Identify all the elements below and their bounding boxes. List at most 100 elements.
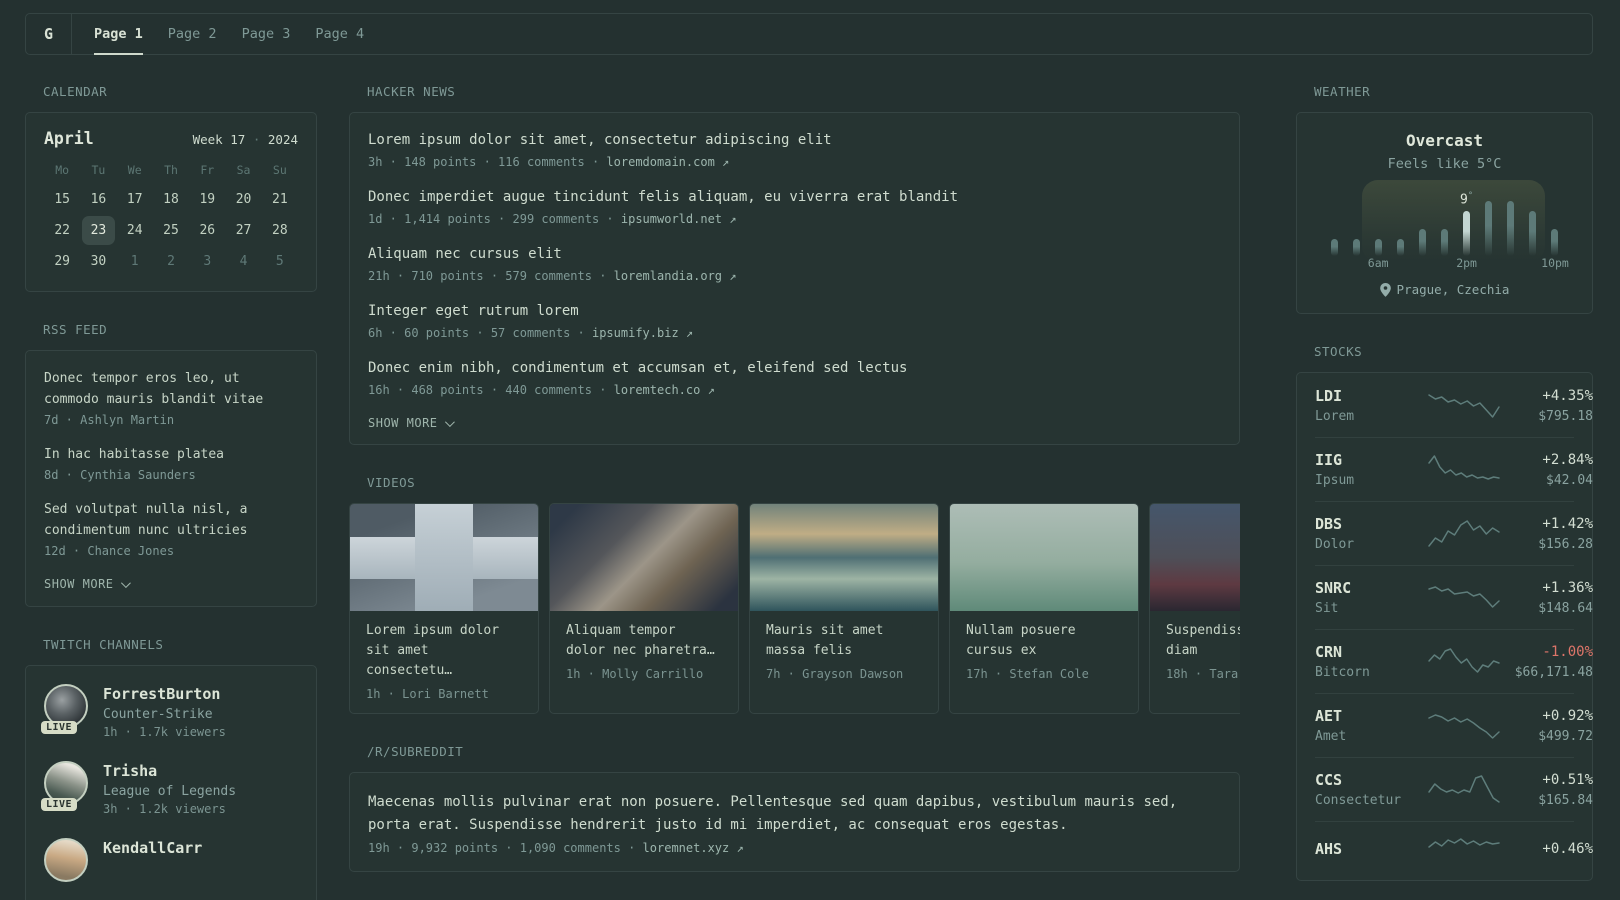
- app-logo[interactable]: G: [26, 14, 72, 54]
- subreddit-title: /R/SUBREDDIT: [367, 744, 464, 759]
- video-card[interactable]: Aliquam tempor dolor nec pharetra… 1h · …: [549, 503, 739, 714]
- rss-item-link[interactable]: In hac habitasse platea: [44, 444, 298, 465]
- weather-peak-temperature: 9°: [1459, 190, 1474, 207]
- rss-widget: RSS FEED Donec tempor eros leo, ut commo…: [25, 322, 317, 607]
- stock-change: +1.36%: [1542, 580, 1593, 596]
- subreddit-post-domain-link[interactable]: loremnet.xyz ↗: [643, 841, 744, 855]
- twitch-channel[interactable]: LIVE ForrestBurton Counter-Strike 1h · 1…: [41, 684, 298, 739]
- videos-row: Lorem ipsum dolor sit amet consectetu… 1…: [349, 503, 1240, 714]
- weather-card: Overcast Feels like 5°C 9° 6am 2pm 10pm Pr…: [1296, 112, 1593, 314]
- twitch-channel-info: ForrestBurton Counter-Strike 1h · 1.7k v…: [103, 684, 226, 739]
- stock-row[interactable]: SNRC Sit +1.36% $148.64: [1315, 565, 1593, 629]
- stock-row[interactable]: AET Amet +0.92% $499.72: [1315, 693, 1593, 757]
- video-thumbnail: [950, 504, 1138, 611]
- video-body: Suspendisse diam 18h · Tara: [1150, 611, 1240, 693]
- hackernews-item-domain-link[interactable]: loremdomain.com ↗: [606, 155, 729, 169]
- stock-change: +1.42%: [1542, 516, 1593, 532]
- twitch-channel-game: League of Legends: [103, 784, 237, 799]
- twitch-widget: TWITCH CHANNELS LIVE ForrestBurton Count…: [25, 637, 317, 900]
- video-thumbnail: [550, 504, 738, 611]
- stock-row[interactable]: DBS Dolor +1.42% $156.28: [1315, 501, 1593, 565]
- video-card[interactable]: Nullam posuere cursus ex 17h · Stefan Co…: [949, 503, 1139, 714]
- stock-row[interactable]: CRN Bitcorn -1.00% $66,171.48: [1315, 629, 1593, 693]
- stock-name: Bitcorn: [1315, 665, 1370, 680]
- hackernews-item-meta: 6h · 60 points · 57 comments · ipsumify.…: [368, 326, 694, 340]
- stock-row[interactable]: LDI Lorem +4.35% $795.18: [1315, 374, 1593, 437]
- left-column: CALENDAR April Week 17 · 2024 Mo Tu We T…: [25, 84, 317, 900]
- stock-id: CRN Bitcorn: [1315, 642, 1427, 680]
- hackernews-item-link[interactable]: Lorem ipsum dolor sit amet, consectetur …: [368, 129, 1221, 151]
- calendar-day: 25: [163, 223, 179, 238]
- video-card[interactable]: Mauris sit amet massa felis 7h · Grayson…: [749, 503, 939, 714]
- tab-page-2[interactable]: Page 2: [168, 14, 217, 54]
- stock-row[interactable]: AHS +0.46%: [1315, 821, 1593, 879]
- stock-name: Consectetur: [1315, 793, 1402, 808]
- weather-title: WEATHER: [1314, 84, 1371, 99]
- hackernews-item-link[interactable]: Integer eget rutrum lorem: [368, 300, 1221, 322]
- calendar-day: 18: [163, 192, 179, 207]
- hackernews-item-link[interactable]: Donec enim nibh, condimentum et accumsan…: [368, 357, 1221, 379]
- rss-show-more-button[interactable]: SHOW MORE: [44, 575, 131, 593]
- video-body: Aliquam tempor dolor nec pharetra… 1h · …: [550, 611, 738, 693]
- calendar-day-next-month: 5: [275, 254, 284, 269]
- stock-values: -1.00% $66,171.48: [1501, 642, 1593, 680]
- twitch-channel[interactable]: KendallCarr: [44, 838, 298, 882]
- avatar: [44, 838, 88, 882]
- hackernews-item-link[interactable]: Aliquam nec cursus elit: [368, 243, 1221, 265]
- stock-change: -1.00%: [1542, 644, 1593, 660]
- rss-item-link[interactable]: Sed volutpat nulla nisl, a condimentum n…: [44, 499, 298, 541]
- hackernews-item-domain-link[interactable]: loremtech.co ↗: [614, 383, 715, 397]
- stock-change: +2.84%: [1542, 452, 1593, 468]
- video-meta: 7h · Grayson Dawson: [766, 667, 904, 681]
- hackernews-item-domain-link[interactable]: ipsumworld.net ↗: [621, 212, 737, 226]
- stock-change: +4.35%: [1542, 388, 1593, 404]
- stock-ticker: LDI: [1315, 387, 1343, 405]
- stock-id: IIG Ipsum: [1315, 450, 1427, 488]
- stock-row[interactable]: CCS Consectetur +0.51% $165.84: [1315, 757, 1593, 821]
- stock-name: Amet: [1315, 729, 1347, 744]
- hackernews-title: HACKER NEWS: [367, 84, 456, 99]
- calendar-day: 27: [235, 223, 252, 238]
- stock-values: +0.51% $165.84: [1501, 770, 1593, 808]
- hackernews-show-more-button[interactable]: SHOW MORE: [368, 414, 455, 432]
- video-card[interactable]: Lorem ipsum dolor sit amet consectetu… 1…: [349, 503, 539, 714]
- stock-name: Dolor: [1315, 537, 1355, 552]
- tab-page-4[interactable]: Page 4: [315, 14, 364, 54]
- stock-sparkline: [1427, 834, 1501, 866]
- stock-change: +0.46%: [1542, 840, 1593, 857]
- hackernews-item-meta: 3h · 148 points · 116 comments · loremdo…: [368, 155, 730, 169]
- calendar-month: April: [44, 129, 94, 148]
- hackernews-item-link[interactable]: Donec imperdiet augue tincidunt felis al…: [368, 186, 1221, 208]
- stock-name: Lorem: [1315, 409, 1355, 424]
- subreddit-post-meta: 19h · 9,932 points · 1,090 comments · lo…: [368, 841, 744, 855]
- stock-name: Sit: [1315, 601, 1339, 616]
- video-title: Lorem ipsum dolor sit amet consectetu…: [366, 623, 500, 678]
- calendar-day: 24: [126, 223, 143, 238]
- tab-page-3[interactable]: Page 3: [242, 14, 291, 54]
- hackernews-item-domain-link[interactable]: loremlandia.org ↗: [614, 269, 737, 283]
- video-title: Nullam posuere cursus ex: [966, 623, 1076, 658]
- video-thumbnail: [1150, 504, 1240, 611]
- weekday-label: Sa: [236, 163, 251, 177]
- stock-name: Ipsum: [1315, 473, 1355, 488]
- calendar-card: April Week 17 · 2024 Mo Tu We Th Fr Sa S…: [25, 112, 317, 292]
- tab-page-1[interactable]: Page 1: [94, 14, 143, 55]
- calendar-day-next-month: 4: [239, 254, 248, 269]
- video-card[interactable]: Suspendisse diam 18h · Tara: [1149, 503, 1240, 714]
- twitch-channel[interactable]: LIVE Trisha League of Legends 3h · 1.2k …: [41, 761, 298, 816]
- stock-sparkline: [1427, 773, 1501, 805]
- calendar-week-year: Week 17 · 2024: [192, 132, 298, 147]
- top-nav: G Page 1 Page 2 Page 3 Page 4: [25, 13, 1593, 55]
- hackernews-item: Donec enim nibh, condimentum et accumsan…: [368, 357, 1221, 399]
- stock-sparkline: [1427, 709, 1501, 741]
- live-badge: LIVE: [41, 721, 78, 734]
- stock-row[interactable]: IIG Ipsum +2.84% $42.04: [1315, 437, 1593, 501]
- videos-widget: VIDEOS Lorem ipsum dolor sit amet consec…: [349, 475, 1240, 714]
- subreddit-post-link[interactable]: Maecenas mollis pulvinar erat non posuer…: [368, 791, 1221, 837]
- weekday-label: Fr: [200, 163, 215, 177]
- rss-item-link[interactable]: Donec tempor eros leo, ut commodo mauris…: [44, 368, 298, 410]
- stock-ticker: AET: [1315, 707, 1343, 725]
- stock-id: DBS Dolor: [1315, 514, 1427, 552]
- stock-price: $156.28: [1538, 537, 1593, 552]
- hackernews-item-domain-link[interactable]: ipsumify.biz ↗: [592, 326, 693, 340]
